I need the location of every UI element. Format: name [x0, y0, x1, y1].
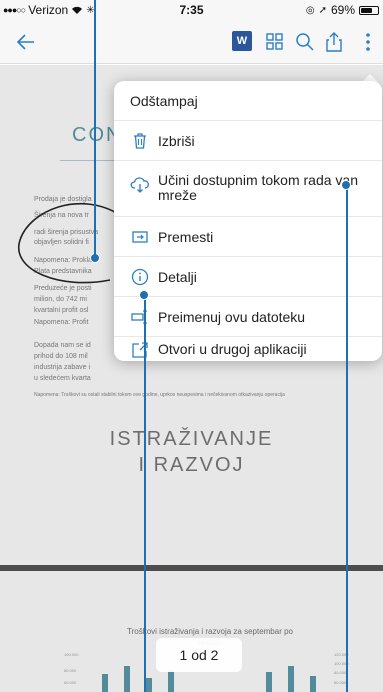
menu-item-details[interactable]: Detalji [114, 257, 382, 297]
menu-item-label: Izbriši [158, 133, 195, 149]
menu-item-label: Odštampaj [130, 93, 198, 109]
menu-item-delete[interactable]: Izbriši [114, 121, 382, 161]
search-icon[interactable] [293, 30, 317, 54]
open-in-app-icon [132, 342, 148, 358]
menu-item-print[interactable]: Odštampaj [114, 81, 382, 121]
word-app-icon[interactable]: W [232, 31, 252, 51]
menu-item-label: Premesti [158, 229, 214, 245]
info-icon [131, 268, 149, 286]
menu-item-label: Otvori u drugoj aplikaciji [158, 341, 307, 357]
share-icon[interactable] [322, 30, 346, 54]
status-right: ◎ ➚ 69% [306, 3, 379, 17]
grid-icon[interactable] [263, 30, 287, 54]
menu-item-move[interactable]: Premesti [114, 217, 382, 257]
move-folder-icon [132, 231, 148, 243]
callout-marker-details [139, 290, 149, 300]
page-indicator: 1 od 2 [156, 638, 242, 672]
toolbar: W [0, 20, 383, 64]
callout-line-ink-lower [94, 198, 96, 255]
arrow-left-icon[interactable] [14, 30, 38, 54]
status-bar: ●●●○○ Verizon ✳ 7:35 ◎ ➚ 69% [0, 0, 383, 20]
callout-line-details [144, 300, 146, 692]
trash-icon [134, 133, 146, 149]
menu-item-offline[interactable]: Učini dostupnim tokom rada van mreže [114, 161, 382, 217]
menu-item-rename[interactable]: Preimenuj ovu datoteku [114, 297, 382, 337]
menu-item-label: Učini dostupnim tokom rada van mreže [158, 172, 358, 203]
menu-item-label: Detalji [158, 269, 197, 285]
menu-item-label: Preimenuj ovu datoteku [158, 309, 306, 325]
overflow-menu: Odštampaj Izbriši Učini dostupnim tokom … [114, 81, 382, 361]
cloud-download-icon [130, 177, 149, 193]
battery-percent: 69% [330, 3, 355, 17]
rename-icon [131, 310, 147, 324]
menu-item-open-in[interactable]: Otvori u drugoj aplikaciji [114, 337, 382, 361]
callout-line-ink [94, 0, 96, 198]
alarm-icon: ◎ [305, 4, 315, 16]
callout-marker-offline [341, 180, 351, 190]
callout-line-offline [346, 188, 348, 692]
battery-level [361, 7, 373, 13]
more-vertical-icon[interactable] [356, 30, 380, 54]
location-icon: ➚ [318, 4, 327, 16]
battery-icon [359, 5, 379, 15]
